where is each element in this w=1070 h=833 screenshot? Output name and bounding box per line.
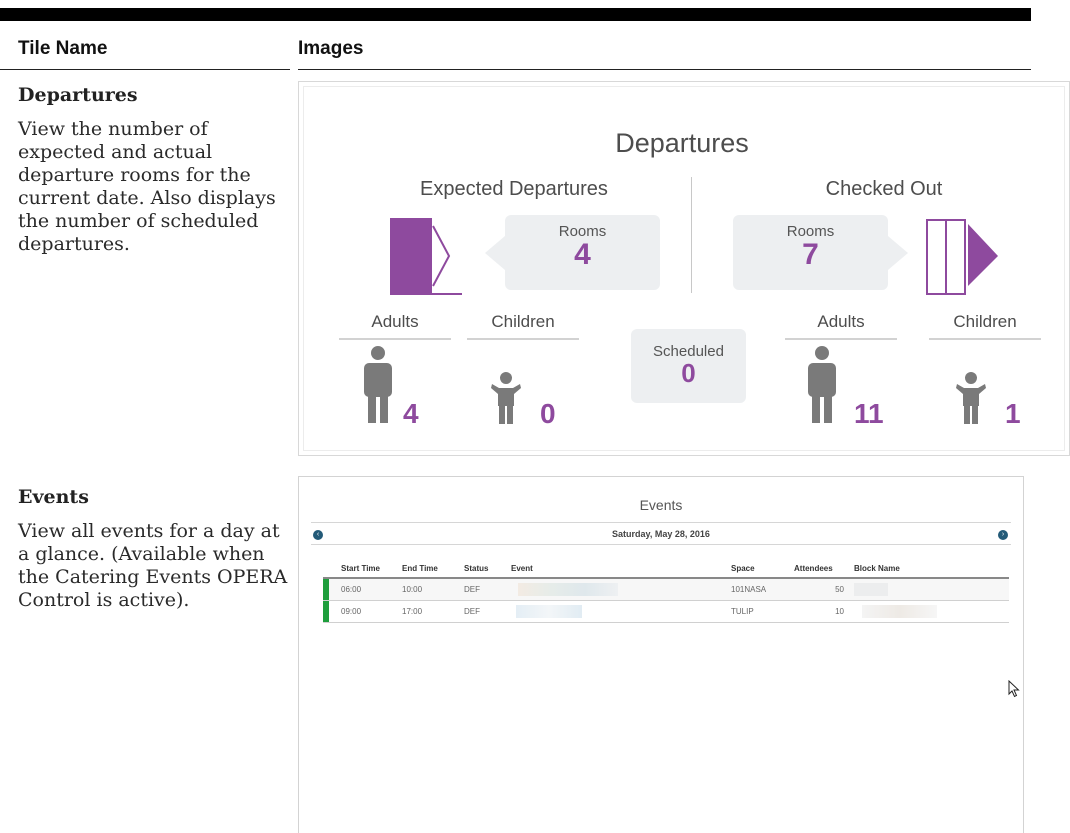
column-header: Status: [464, 561, 511, 579]
event-cell-redacted: [511, 578, 731, 601]
expected-departures-heading: Expected Departures: [420, 178, 608, 200]
adult-icon: [808, 346, 836, 423]
adult-icon: [364, 346, 392, 423]
block-name-cell-redacted: [854, 578, 1009, 601]
date-nav-rule: [311, 544, 1011, 545]
expected-rooms-bubble: Rooms 4: [485, 215, 660, 290]
scheduled-count: 0: [681, 358, 696, 388]
section-divider: [691, 177, 692, 293]
attendees-cell: 10: [794, 600, 854, 623]
space-cell: TULIP: [731, 600, 794, 623]
start-time-cell: 09:00: [329, 600, 402, 623]
column-underline: [785, 338, 897, 340]
checked-out-adults-count: 11: [854, 398, 884, 429]
checked-out-rooms-count: 7: [802, 238, 819, 271]
expected-adults-label: Adults: [371, 312, 419, 331]
end-time-cell: 10:00: [402, 578, 464, 601]
column-underline: [929, 338, 1041, 340]
scheduled-box: Scheduled 0: [631, 329, 746, 403]
column-header: Start Time: [329, 561, 402, 579]
mouse-pointer-icon: [1008, 680, 1020, 698]
attendees-cell: 50: [794, 578, 854, 601]
checked-out-children-count: 1: [1005, 398, 1021, 429]
row-description-events: View all events for a day at a glance. (…: [18, 520, 288, 611]
row-title-events: Events: [18, 486, 89, 508]
expected-children-label: Children: [491, 312, 555, 331]
column-header: Attendees: [794, 561, 854, 579]
block-name-cell-redacted: [854, 600, 1009, 623]
column-header: Block Name: [854, 561, 1009, 579]
end-time-cell: 17:00: [402, 600, 464, 623]
table-top-rule: [0, 8, 1031, 21]
door-open-icon: [926, 219, 998, 295]
space-cell: 101NASA: [731, 578, 794, 601]
departures-tile-image: Departures Expected Departures Checked O…: [298, 81, 1070, 456]
date-nav-rule: [311, 522, 1011, 523]
child-icon: [956, 372, 986, 424]
start-time-cell: 06:00: [329, 578, 402, 601]
events-date: Saturday, May 28, 2016: [612, 529, 710, 539]
events-tile-image: Events ‹ Saturday, May 28, 2016 › Start …: [298, 476, 1024, 833]
bubble-pointer: [888, 236, 908, 270]
event-cell-redacted: [511, 600, 731, 623]
door-closing-icon: [390, 218, 462, 295]
checked-out-rooms-bubble: Rooms 7: [733, 215, 908, 290]
chevron-right-icon[interactable]: ›: [998, 530, 1008, 540]
events-tile-title: Events: [639, 497, 683, 513]
column-underline: [339, 338, 451, 340]
events-table-header: Start Time End Time Status Event Space A…: [323, 561, 1009, 579]
checked-out-heading: Checked Out: [825, 178, 943, 200]
column-header: Event: [511, 561, 731, 579]
expected-adults-count: 4: [403, 398, 419, 429]
child-icon: [491, 372, 521, 424]
expected-rooms-count: 4: [574, 238, 591, 271]
status-cell: DEF: [464, 578, 511, 601]
expected-children-count: 0: [540, 398, 556, 429]
row-description-departures: View the number of expected and actual d…: [18, 118, 276, 255]
bubble-pointer: [485, 236, 505, 270]
column-header-images: Images: [298, 38, 364, 59]
column-header-tile-name: Tile Name: [18, 38, 108, 59]
status-cell: DEF: [464, 600, 511, 623]
header-divider: [298, 69, 1031, 70]
column-header: Space: [731, 561, 794, 579]
header-divider: [0, 69, 290, 70]
events-table: Start Time End Time Status Event Space A…: [323, 561, 1009, 623]
checked-out-children-label: Children: [953, 312, 1017, 331]
column-underline: [467, 338, 579, 340]
row-title-departures: Departures: [18, 84, 138, 106]
table-row[interactable]: 06:00 10:00 DEF 101NASA 50: [323, 578, 1009, 601]
checked-out-adults-label: Adults: [817, 312, 865, 331]
column-header: End Time: [402, 561, 464, 579]
departures-tile-title: Departures: [615, 128, 749, 158]
table-row[interactable]: 09:00 17:00 DEF TULIP 10: [323, 600, 1009, 623]
